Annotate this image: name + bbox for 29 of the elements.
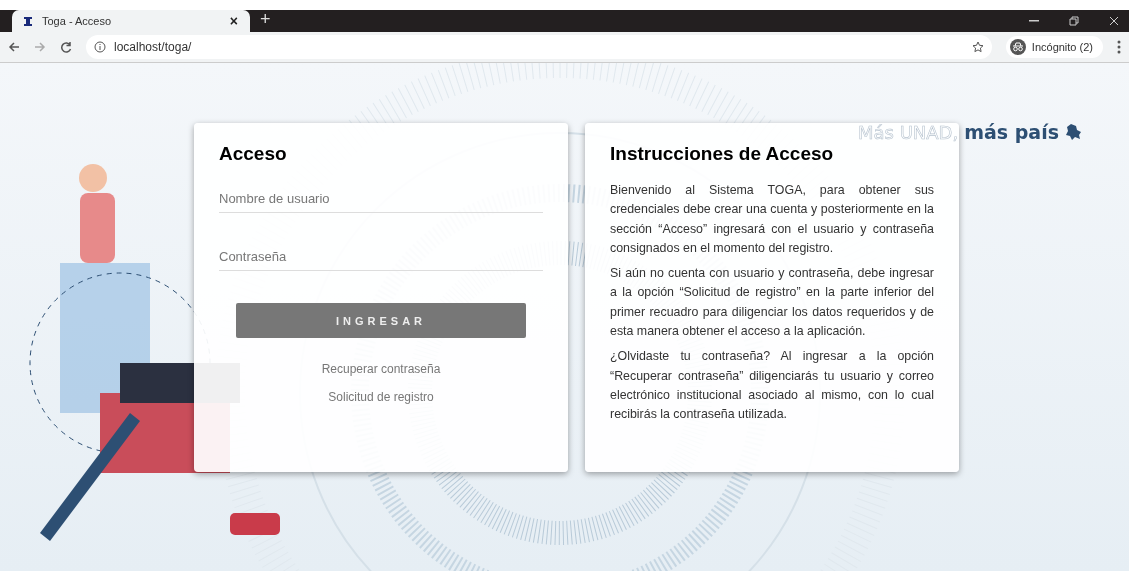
minimize-icon[interactable]: [1029, 20, 1039, 22]
info-icon[interactable]: [94, 41, 106, 53]
map-icon: [1065, 123, 1083, 141]
slogan-text: más país: [964, 121, 1059, 143]
close-tab-button[interactable]: ×: [227, 13, 240, 29]
back-arrow-icon[interactable]: [8, 41, 20, 53]
star-icon[interactable]: [971, 41, 984, 53]
slogan-text: Más UNAD,: [858, 121, 959, 143]
input-field[interactable]: Contraseña: [219, 245, 543, 271]
reload-icon[interactable]: [60, 41, 72, 53]
login-button[interactable]: INGRESAR: [236, 303, 526, 338]
restore-icon[interactable]: [1069, 16, 1079, 26]
instruction-paragraph: Bienvenido al Sistema TOGA, para obtener sus credenciales debe crear una cuenta y posteriormente en la sección “Acceso” ingresará con el usuario y contraseña consignados en el momento del registro.: [610, 182, 934, 257]
link[interactable]: Solicitud de registro: [328, 390, 434, 404]
instruction-paragraph: Si aún no cuenta con usuario y contraseña, debe ingresar a la opción “Solicitud de registro” en la parte inferior del primer recuadro para diligenciar los datos requeridos y de esta manera obtener el acceso a la aplicación.: [610, 265, 934, 341]
usb-drive-drawing: [230, 513, 280, 535]
instruction-paragraph: ¿Olvidaste tu contraseña? Al ingresar a la opción “Recuperar contraseña” diligenciarás tu usuario y correo electrónico institucional asociado al mismo, con lo cual recibirás la contraseña utilizada.: [610, 348, 934, 424]
close-icon[interactable]: [1109, 16, 1119, 26]
new-tab-button[interactable]: +: [260, 9, 271, 30]
profile-button[interactable]: Incógnito (2): [1005, 36, 1103, 58]
input-field[interactable]: Nombre de usuario: [219, 187, 543, 213]
browser-tab[interactable]: Toga - Acceso ×: [12, 10, 250, 32]
address-text[interactable]: localhost/toga/: [114, 40, 192, 54]
link[interactable]: Recuperar contraseña: [321, 362, 441, 376]
incognito-icon: [1009, 39, 1026, 55]
card-title: Acceso: [219, 143, 288, 165]
tab-title: Toga - Acceso: [42, 15, 113, 27]
card-title: Instrucciones de Acceso: [610, 143, 835, 165]
menu-icon[interactable]: [1117, 40, 1121, 54]
